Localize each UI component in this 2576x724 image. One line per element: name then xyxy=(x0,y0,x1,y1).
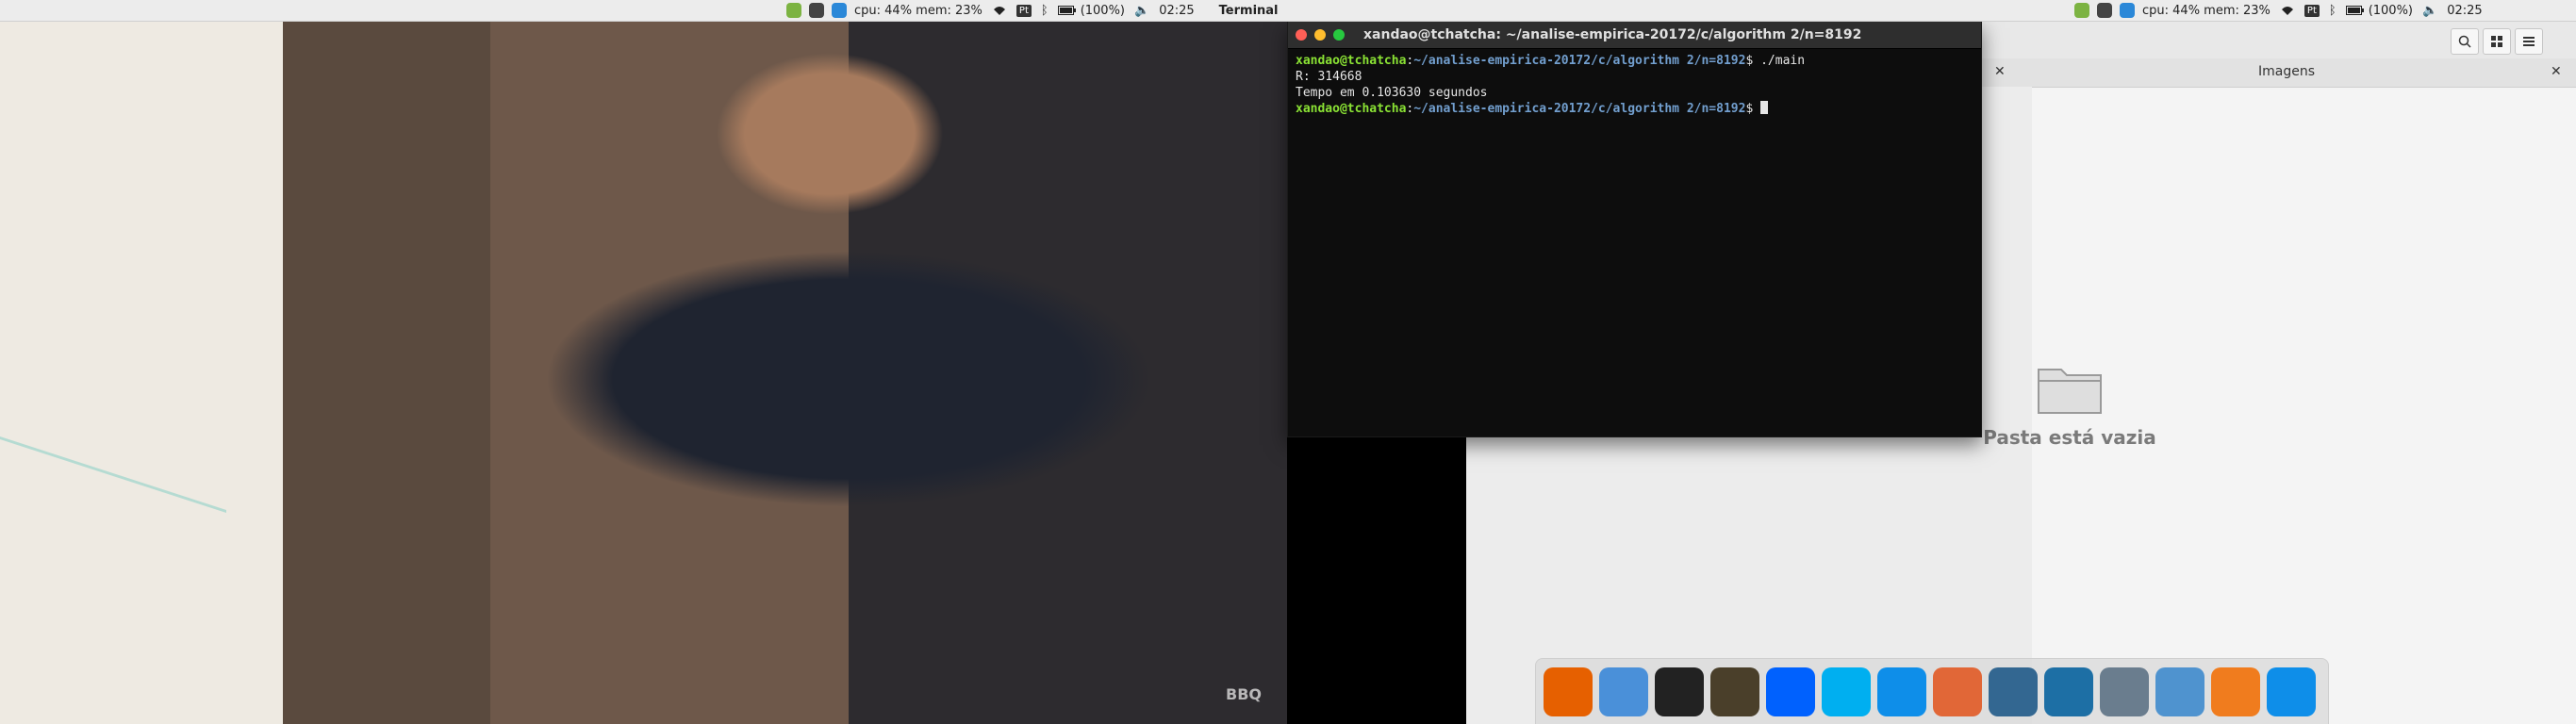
search-icon xyxy=(2458,35,2471,48)
virtualbox-icon[interactable] xyxy=(2155,666,2204,716)
menu-button[interactable] xyxy=(2515,28,2543,55)
security-icon-2[interactable] xyxy=(2074,3,2089,18)
code-editor-icon[interactable] xyxy=(1710,666,1759,716)
postgres-icon[interactable] xyxy=(1989,666,2038,716)
terminal-line: xandao@tchatcha:~/analise-empirica-20172… xyxy=(1296,101,1973,117)
command-text: $ xyxy=(1745,102,1761,116)
clock[interactable]: 02:25 xyxy=(1159,4,1194,18)
maximize-button[interactable] xyxy=(1333,29,1345,41)
battery-icon xyxy=(1057,6,1076,15)
dia-icon[interactable] xyxy=(2211,666,2260,716)
prompt-user: xandao@tchatcha xyxy=(1296,54,1407,68)
prompt-user: xandao@tchatcha xyxy=(1296,102,1407,116)
view-grid-button[interactable] xyxy=(2483,28,2511,55)
terminal-line: xandao@tchatcha:~/analise-empirica-20172… xyxy=(1296,53,1973,69)
terminal-cursor xyxy=(1760,101,1769,114)
active-app-name[interactable]: Terminal xyxy=(1219,4,1279,18)
battery-icon-2 xyxy=(2345,6,2364,15)
mysql-workbench-icon[interactable] xyxy=(2044,666,2093,716)
tab-close-icon-2[interactable]: ✕ xyxy=(2551,64,2562,79)
battery-percent-2: (100%) xyxy=(2368,3,2413,18)
terminal-window[interactable]: xandao@tchatcha: ~/analise-empirica-2017… xyxy=(1287,21,1982,437)
security-icon[interactable] xyxy=(786,3,801,18)
battery-indicator-2[interactable]: (100%) xyxy=(2345,3,2413,18)
top-menu-bar: cpu: 44% mem: 23% Pt ᛒ (100%) 🔈 02:25 Te… xyxy=(0,0,2576,22)
battery-indicator[interactable]: (100%) xyxy=(1057,3,1125,18)
language-indicator[interactable]: Pt xyxy=(1016,4,1032,17)
wifi-icon-2[interactable] xyxy=(2280,5,2295,16)
prompt-path: ~/analise-empirica-20172/c/algorithm 2/n… xyxy=(1413,102,1746,116)
status-group-left: cpu: 44% mem: 23% Pt ᛒ (100%) 🔈 02:25 Te… xyxy=(786,0,1279,21)
folder-icon xyxy=(2037,360,2103,417)
video-frame[interactable]: BBQ xyxy=(0,21,1287,724)
clock-2[interactable]: 02:25 xyxy=(2447,4,2482,18)
teamviewer-icon[interactable] xyxy=(1877,666,1926,716)
command-text: $ ./main xyxy=(1745,54,1806,68)
dropbox-status-icon-2[interactable] xyxy=(2097,3,2112,18)
minimize-button[interactable] xyxy=(1314,29,1326,41)
bluetooth-icon[interactable]: ᛒ xyxy=(1041,4,1049,18)
teamviewer-status-icon[interactable] xyxy=(832,3,847,18)
grid-icon xyxy=(2491,36,2502,47)
cpu-mem-indicator-2[interactable]: cpu: 44% mem: 23% xyxy=(2142,4,2271,18)
language-indicator-2[interactable]: Pt xyxy=(2304,4,2320,17)
volume-icon-2[interactable]: 🔈 xyxy=(2422,4,2437,18)
tab-imagens[interactable]: Imagens xyxy=(2258,64,2315,79)
bluetooth-icon-2[interactable]: ᛒ xyxy=(2329,4,2337,18)
terminal-titlebar[interactable]: xandao@tchatcha: ~/analise-empirica-2017… xyxy=(1288,22,1981,49)
finder-icon[interactable] xyxy=(1599,666,1648,716)
teamviewer-status-icon-2[interactable] xyxy=(2120,3,2135,18)
dropbox-status-icon[interactable] xyxy=(809,3,824,18)
status-group-right: cpu: 44% mem: 23% Pt ᛒ (100%) 🔈 02:25 xyxy=(2074,0,2502,21)
battery-percent: (100%) xyxy=(1080,3,1125,18)
wifi-icon[interactable] xyxy=(992,5,1007,16)
search-button[interactable] xyxy=(2451,28,2479,55)
cpu-mem-indicator[interactable]: cpu: 44% mem: 23% xyxy=(854,4,983,18)
terminal-title: xandao@tchatcha: ~/analise-empirica-2017… xyxy=(1363,27,1862,42)
dropbox-icon[interactable] xyxy=(1766,666,1815,716)
terminal-line: Tempo em 0.103630 segundos xyxy=(1296,86,1488,100)
video-watermark: BBQ xyxy=(1226,685,1262,703)
dock xyxy=(1535,658,2329,724)
close-button[interactable] xyxy=(1296,29,1307,41)
prompt-path: ~/analise-empirica-20172/c/algorithm 2/n… xyxy=(1413,54,1746,68)
disk-utility-icon[interactable] xyxy=(2100,666,2149,716)
hamburger-icon xyxy=(2523,37,2535,46)
terminal-icon[interactable] xyxy=(1655,666,1704,716)
volume-icon[interactable]: 🔈 xyxy=(1134,4,1149,18)
skype-icon[interactable] xyxy=(1822,666,1871,716)
teamviewer-2-icon[interactable] xyxy=(2267,666,2316,716)
firefox-icon[interactable] xyxy=(1544,666,1593,716)
glass-shelf xyxy=(0,436,226,683)
matlab-icon[interactable] xyxy=(1933,666,1982,716)
terminal-output[interactable]: xandao@tchatcha:~/analise-empirica-20172… xyxy=(1288,49,1981,121)
tab-close-icon[interactable]: ✕ xyxy=(1994,64,2006,79)
terminal-line: R: 314668 xyxy=(1296,70,1362,84)
